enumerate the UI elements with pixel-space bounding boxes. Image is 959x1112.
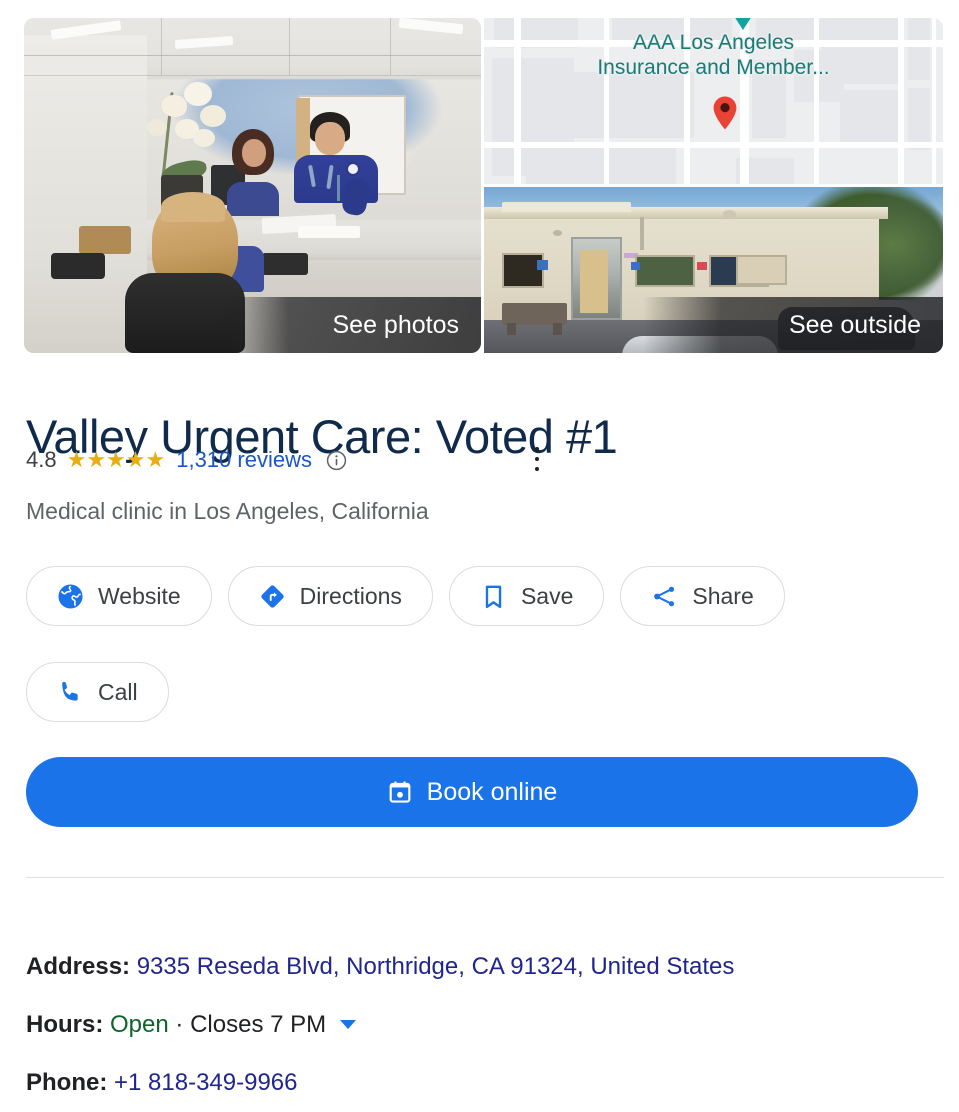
call-button-label: Call: [98, 678, 138, 705]
star-rating-icon: ★★★★★: [66, 447, 166, 472]
book-online-button-label: Book online: [426, 777, 558, 806]
hours-status: Open: [110, 1011, 169, 1038]
three-dot-menu-icon[interactable]: [527, 447, 547, 471]
map-pin-icon: [706, 94, 744, 132]
save-button-label: Save: [520, 582, 574, 609]
rating-value: 4.8: [26, 447, 57, 472]
street-view-photo[interactable]: See outside: [484, 187, 943, 353]
save-button[interactable]: Save: [448, 566, 605, 626]
hours-separator: ·: [175, 1011, 184, 1038]
share-button-label: Share: [692, 582, 754, 609]
share-button[interactable]: Share: [620, 566, 785, 626]
address-row: Address: 9335 Reseda Blvd, Northridge, C…: [26, 938, 734, 996]
hours-closing-time: Closes 7 PM: [190, 1011, 327, 1038]
globe-icon: [57, 583, 84, 610]
calendar-icon: [387, 779, 413, 805]
action-chips-row-2: Call: [26, 662, 169, 722]
share-icon: [651, 583, 678, 610]
phone-icon: [57, 679, 84, 706]
info-icon[interactable]: [326, 450, 347, 471]
see-photos-overlay[interactable]: See photos: [221, 297, 481, 353]
section-divider: [26, 877, 944, 878]
clinic-interior-photo[interactable]: See photos: [24, 18, 481, 353]
call-button[interactable]: Call: [26, 662, 169, 722]
directions-button[interactable]: Directions: [227, 566, 433, 626]
website-button-label: Website: [98, 582, 181, 609]
business-category-subtitle: Medical clinic in Los Angeles, Californi…: [26, 498, 429, 524]
hours-label: Hours:: [26, 1011, 104, 1038]
see-outside-overlay[interactable]: See outside: [643, 297, 943, 353]
rating-row: 4.8 ★★★★★ 1,310 reviews: [26, 446, 347, 474]
bookmark-icon: [480, 583, 507, 610]
reviews-link[interactable]: 1,310 reviews: [176, 447, 312, 473]
map-poi-caret-icon: [734, 18, 752, 30]
address-label: Address:: [26, 953, 131, 980]
business-details: Address: 9335 Reseda Blvd, Northridge, C…: [26, 938, 734, 1112]
book-online-button[interactable]: Book online: [26, 757, 918, 827]
directions-diamond-icon: [259, 583, 286, 610]
phone-value[interactable]: +1 818-349-9966: [114, 1069, 298, 1096]
chevron-down-icon[interactable]: [339, 1020, 356, 1030]
media-right-column: AAA Los Angeles Insurance and Member...: [484, 18, 943, 353]
phone-label: Phone:: [26, 1069, 108, 1096]
address-value[interactable]: 9335 Reseda Blvd, Northridge, CA 91324, …: [137, 953, 735, 980]
action-chips-row-1: Website Directions Save Share: [26, 566, 785, 626]
website-button[interactable]: Website: [26, 566, 212, 626]
directions-button-label: Directions: [299, 582, 402, 609]
hours-row: Hours: Open · Closes 7 PM: [26, 996, 734, 1054]
location-map[interactable]: AAA Los Angeles Insurance and Member...: [484, 18, 943, 184]
phone-row: Phone: +1 818-349-9966: [26, 1054, 734, 1112]
media-strip: See photos AAA Los Angeles Insurance and…: [24, 18, 943, 353]
